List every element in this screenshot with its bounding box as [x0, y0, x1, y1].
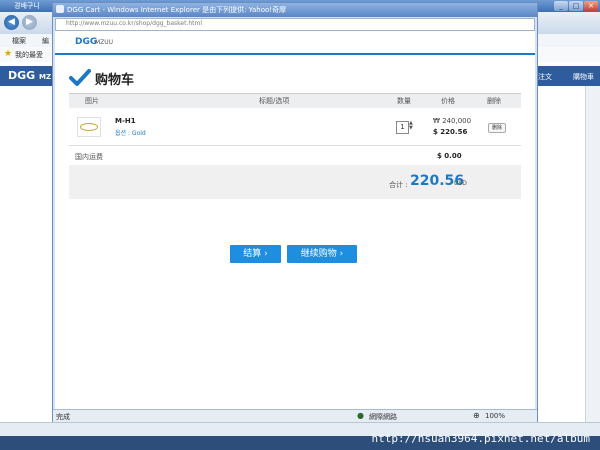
quantity-input[interactable]: 1	[396, 121, 409, 134]
col-image: 图片	[85, 97, 99, 105]
background-logo-suffix: MZ	[39, 73, 52, 81]
price-krw: ₩ 240,000	[433, 117, 472, 125]
col-title: 标题/选项	[259, 97, 290, 105]
col-delete: 删除	[487, 97, 501, 105]
brand-bar: DGG MZUU	[55, 31, 535, 55]
checkout-button[interactable]: 结算 ›	[230, 245, 281, 263]
background-logo-text: DGG	[8, 69, 36, 82]
price-usd: $ 220.56	[433, 128, 468, 136]
menu-edit[interactable]: 編	[42, 36, 49, 46]
popup-statusbar: 完成 ● 網際網路 ⊕ 100%	[53, 409, 537, 422]
star-icon[interactable]: ★	[4, 49, 12, 59]
background-window-controls: _ □ ✕	[553, 1, 598, 11]
popup-titlebar: DGG Cart - Windows Internet Explorer 是由下…	[53, 3, 537, 17]
cart-item-row: M-H1 옵션 : Gold 1 ▲ ▼ ₩ 240,000 $ 220.56 删…	[69, 111, 521, 143]
quantity-stepper[interactable]: ▲ ▼	[409, 121, 415, 132]
continue-shopping-button[interactable]: 继续购物 ›	[287, 245, 357, 263]
status-text: 完成	[56, 413, 70, 421]
close-icon[interactable]: ✕	[584, 1, 598, 11]
background-scrollbar[interactable]	[585, 86, 600, 422]
product-name[interactable]: M-H1	[115, 117, 136, 125]
ie-icon	[56, 5, 64, 13]
col-price: 价格	[441, 97, 455, 105]
background-site-logo[interactable]: DGG MZ	[8, 69, 51, 82]
globe-icon: ●	[357, 411, 364, 420]
brand-sub: MZUU	[95, 39, 114, 46]
page-title: 购物车	[95, 73, 135, 88]
delete-button[interactable]: 删除	[488, 123, 506, 133]
address-text[interactable]: http://www.mzuu.co.kr/shop/dgg_basket.ht…	[66, 20, 202, 27]
watermark-url: http://hsuan3964.pixnet.net/album	[371, 432, 590, 445]
zoom-level[interactable]: 100%	[485, 412, 505, 420]
address-bar[interactable]: http://www.mzuu.co.kr/shop/dgg_basket.ht…	[55, 18, 535, 31]
popup-title: DGG Cart - Windows Internet Explorer 是由下…	[67, 6, 287, 14]
total-box: 合计 : 220.56 USD	[69, 165, 521, 199]
background-nav-order[interactable]: 注文	[538, 72, 552, 82]
shipping-label: 国内运费	[75, 153, 103, 161]
background-nav-cart[interactable]: 購物車	[573, 72, 594, 82]
product-option: 옵션 : Gold	[115, 130, 146, 137]
favorites-label[interactable]: 我的最愛	[15, 50, 43, 60]
shipping-value: $ 0.00	[437, 152, 462, 160]
cart-table-header: 图片 标题/选项 数量 价格 删除	[69, 93, 521, 108]
back-icon[interactable]: ◀	[4, 15, 19, 30]
zoom-icon[interactable]: ⊕	[473, 411, 480, 420]
cart-popup-window: DGG Cart - Windows Internet Explorer 是由下…	[52, 2, 538, 422]
background-window-title: 경배구니	[14, 2, 40, 10]
divider	[69, 145, 521, 146]
forward-icon[interactable]: ▶	[22, 15, 37, 30]
total-currency: USD	[454, 180, 467, 187]
cart-page: DGG MZUU 购物车 图片 标题/选项 数量 价格 删除 M-H1 옵션 :…	[55, 31, 535, 411]
col-qty: 数量	[397, 97, 411, 105]
minimize-icon[interactable]: _	[554, 1, 568, 11]
total-label: 合计 :	[389, 181, 408, 189]
checkmark-icon	[69, 69, 91, 86]
brand-logo[interactable]: DGG	[75, 37, 97, 47]
menu-file[interactable]: 檔案	[12, 36, 26, 46]
security-zone: 網際網路	[369, 413, 397, 421]
maximize-icon[interactable]: □	[569, 1, 583, 11]
bracelet-image-icon	[80, 123, 98, 131]
